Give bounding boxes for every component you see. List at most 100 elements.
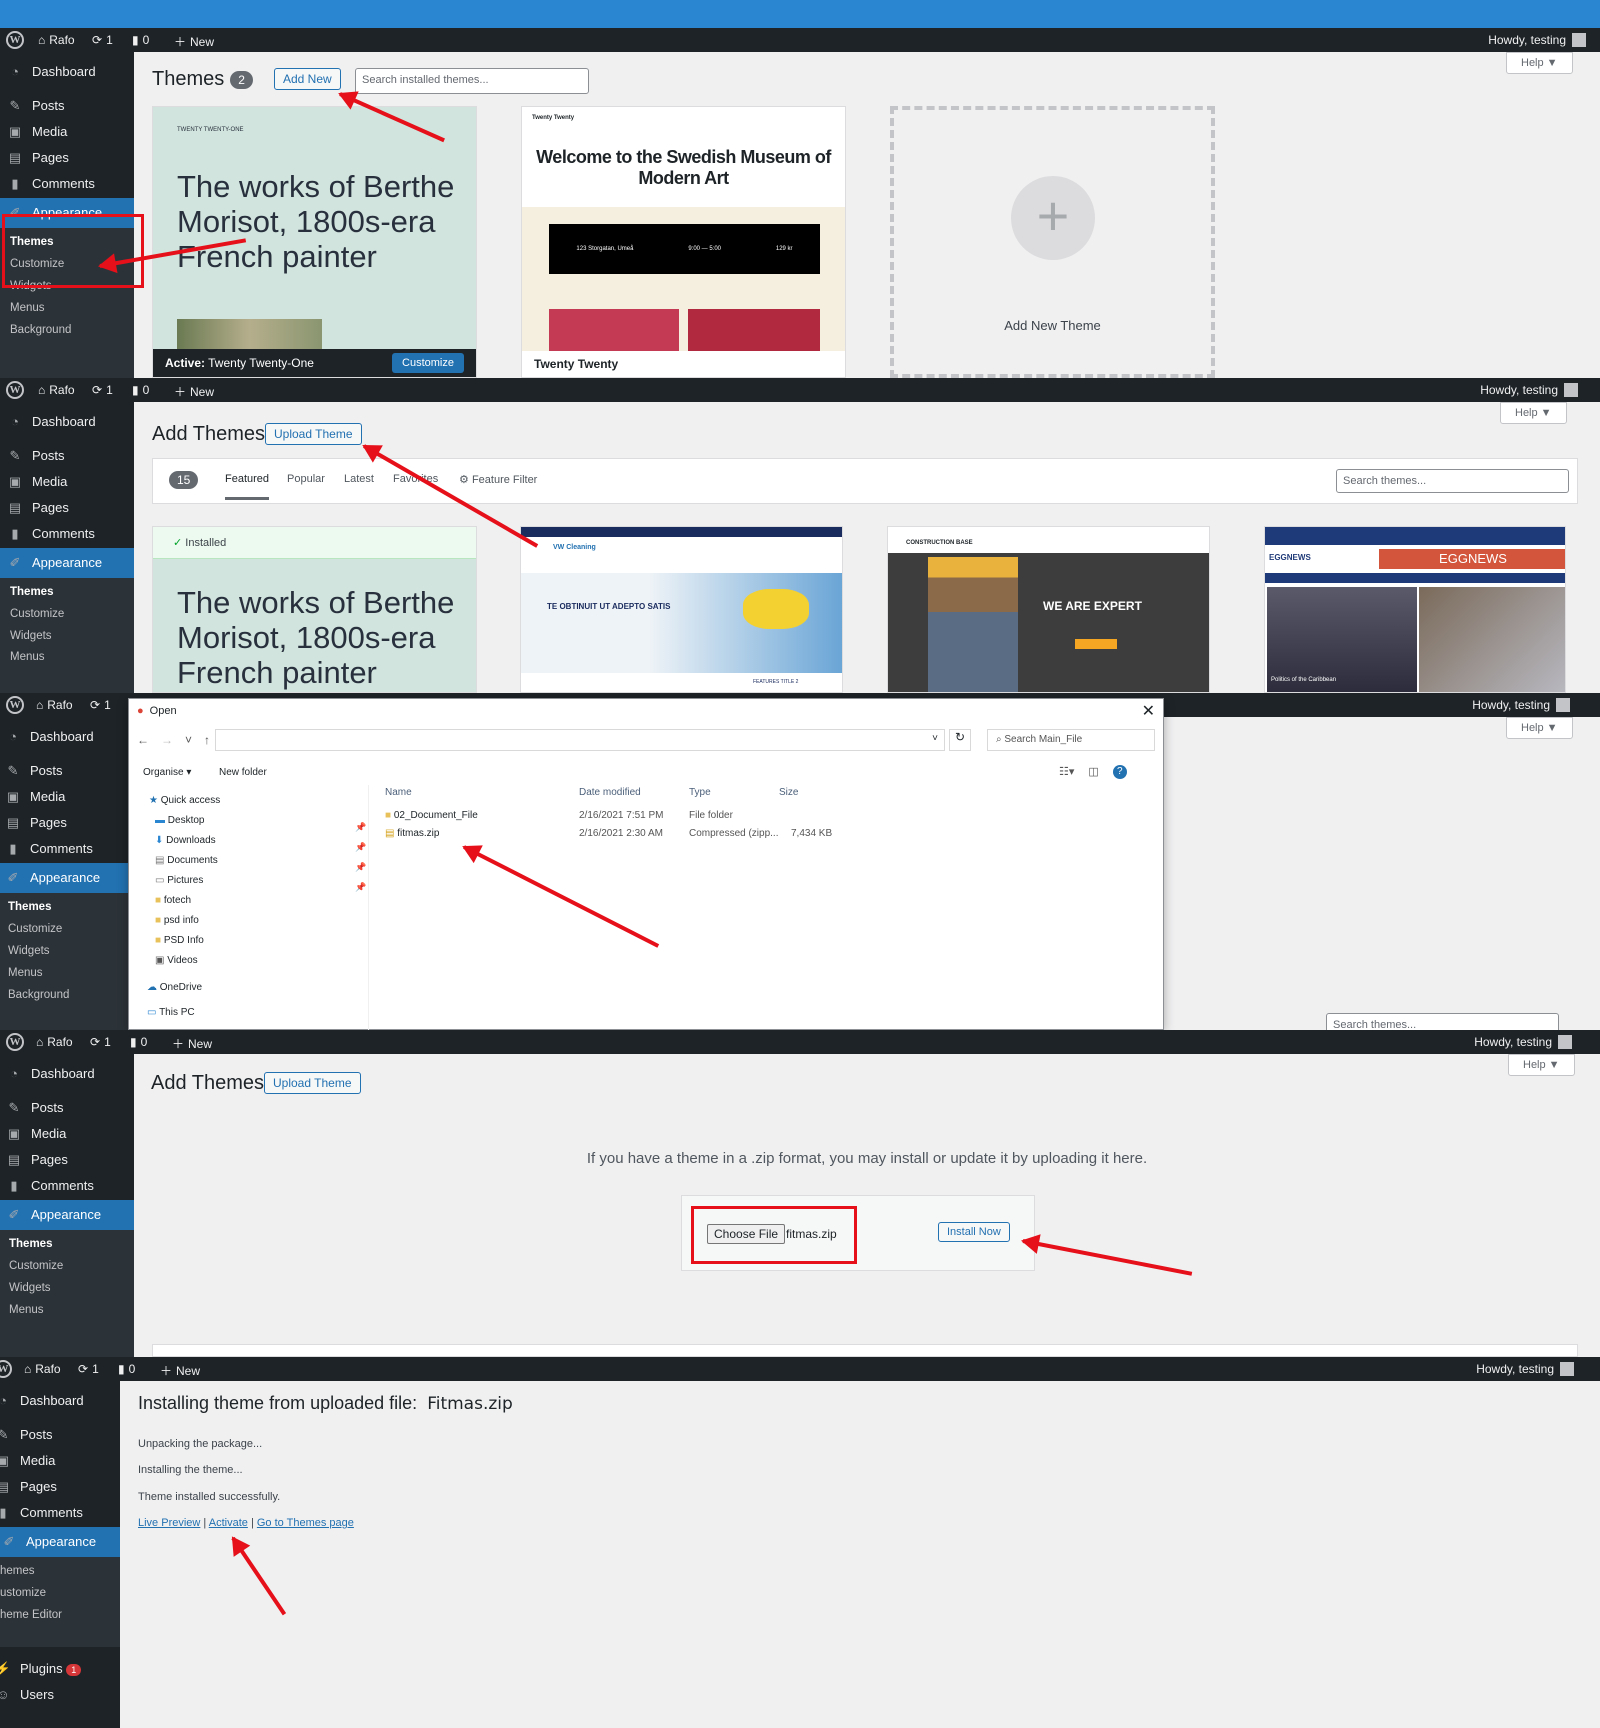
tab-popular[interactable]: Popular xyxy=(287,473,325,485)
upload-theme-button[interactable]: Upload Theme xyxy=(264,1072,361,1094)
upload-theme-button[interactable]: Upload Theme xyxy=(265,423,362,445)
nav-desktop[interactable]: ▬ Desktop xyxy=(155,815,204,826)
comments-link[interactable]: ▮ 0 xyxy=(118,1362,135,1376)
new-content-link[interactable]: ＋ New xyxy=(160,1362,200,1379)
submenu-background[interactable]: Background xyxy=(10,324,134,336)
help-tab[interactable]: Help ▼ xyxy=(1508,1054,1575,1076)
menu-posts[interactable]: ✎ Posts xyxy=(6,98,134,114)
menu-comments[interactable]: ▮ Comments xyxy=(4,841,134,857)
nav-quick-access[interactable]: ★ Quick access xyxy=(149,795,220,806)
submenu-menus[interactable]: Menus xyxy=(8,967,134,979)
menu-media[interactable]: ▣ Media xyxy=(6,474,134,490)
submenu-menus[interactable]: Menus xyxy=(10,651,134,663)
nav-psd-info-lower[interactable]: ■ psd info xyxy=(155,915,199,926)
submenu-widgets[interactable]: Widgets xyxy=(10,630,134,642)
nav-videos[interactable]: ▣ Videos xyxy=(155,955,198,966)
menu-plugins[interactable]: ⚡ Plugins 1 xyxy=(0,1661,114,1677)
add-new-theme-card[interactable]: + Add New Theme xyxy=(890,106,1215,378)
menu-posts[interactable]: ✎ Posts xyxy=(6,448,134,464)
column-date-modified[interactable]: Date modified xyxy=(579,787,641,798)
wordpress-logo-icon[interactable]: W xyxy=(6,381,24,399)
chevron-down-icon[interactable]: ˅ xyxy=(185,733,192,747)
theme-card-twenty-twenty-one[interactable]: TWENTY TWENTY-ONE The works of Berthe Mo… xyxy=(152,106,477,378)
comments-link[interactable]: ▮ 0 xyxy=(130,1035,147,1049)
menu-appearance[interactable]: ✐ Appearance xyxy=(0,1527,120,1557)
address-bar[interactable]: ˅ xyxy=(215,729,945,751)
account-menu[interactable]: Howdy, testing xyxy=(1472,698,1570,712)
forward-arrow-icon[interactable]: → xyxy=(161,733,173,747)
submenu-theme-editor[interactable]: heme Editor xyxy=(0,1609,120,1621)
menu-pages[interactable]: ▤ Pages xyxy=(0,1479,114,1495)
refresh-icon[interactable]: ↻ xyxy=(949,729,971,751)
menu-comments[interactable]: ▮ Comments xyxy=(6,176,134,192)
site-name-link[interactable]: ⌂ Rafo xyxy=(36,698,73,712)
menu-users[interactable]: ☺ Users xyxy=(0,1687,114,1702)
account-menu[interactable]: Howdy, testing xyxy=(1480,383,1578,397)
install-now-button[interactable]: Install Now xyxy=(938,1222,1010,1242)
live-preview-link[interactable]: Live Preview xyxy=(138,1517,200,1529)
submenu-widgets[interactable]: Widgets xyxy=(8,945,134,957)
choose-file-button[interactable]: Choose File xyxy=(707,1224,786,1244)
menu-dashboard[interactable]: ◔ Dashboard xyxy=(4,729,134,744)
nav-fotech[interactable]: ■ fotech xyxy=(155,895,191,906)
nav-onedrive[interactable]: ☁ OneDrive xyxy=(147,982,202,993)
column-type[interactable]: Type xyxy=(689,787,711,798)
submenu-background[interactable]: Background xyxy=(8,989,134,1001)
menu-dashboard[interactable]: ◔ Dashboard xyxy=(5,1066,134,1081)
nav-documents[interactable]: ▤ Documents xyxy=(155,855,218,866)
menu-comments[interactable]: ▮ Comments xyxy=(0,1505,114,1521)
help-tab[interactable]: Help ▼ xyxy=(1506,52,1573,74)
account-menu[interactable]: Howdy, testing xyxy=(1488,33,1586,47)
menu-pages[interactable]: ▤ Pages xyxy=(4,815,134,831)
updates-link[interactable]: ⟳ 1 xyxy=(90,1035,111,1049)
feature-filter-button[interactable]: ⚙ Feature Filter xyxy=(459,473,537,486)
search-themes-input[interactable]: Search themes... xyxy=(1336,469,1569,493)
preview-pane-icon[interactable]: ◫ xyxy=(1088,765,1098,779)
column-size[interactable]: Size xyxy=(779,787,798,798)
site-name-link[interactable]: ⌂ Rafo xyxy=(24,1362,61,1376)
menu-comments[interactable]: ▮ Comments xyxy=(6,526,134,542)
help-tab[interactable]: Help ▼ xyxy=(1500,402,1567,424)
submenu-themes[interactable]: Themes xyxy=(10,586,134,598)
submenu-menus[interactable]: Menus xyxy=(9,1304,134,1316)
new-folder-button[interactable]: New folder xyxy=(219,767,267,778)
theme-card-twenty-twenty[interactable]: Twenty Twenty Welcome to the Swedish Mus… xyxy=(521,106,846,378)
account-menu[interactable]: Howdy, testing xyxy=(1476,1362,1574,1376)
close-icon[interactable]: ✕ xyxy=(1142,701,1155,721)
new-content-link[interactable]: ＋ New xyxy=(174,383,214,400)
menu-dashboard[interactable]: ◔ Dashboard xyxy=(6,414,134,429)
submenu-customize[interactable]: Customize xyxy=(9,1260,134,1272)
activate-link[interactable]: Activate xyxy=(209,1517,248,1529)
updates-link[interactable]: ⟳ 1 xyxy=(90,698,111,712)
menu-media[interactable]: ▣ Media xyxy=(5,1126,134,1142)
add-new-button[interactable]: Add New xyxy=(274,68,341,90)
column-name[interactable]: Name xyxy=(385,787,412,798)
menu-posts[interactable]: ✎ Posts xyxy=(4,763,134,779)
submenu-themes[interactable]: hemes xyxy=(0,1565,120,1577)
menu-pages[interactable]: ▤ Pages xyxy=(6,500,134,516)
file-row-fitmas-zip[interactable]: ▤ fitmas.zip 2/16/2021 2:30 AM Compresse… xyxy=(369,825,929,843)
customize-button[interactable]: Customize xyxy=(392,353,464,373)
go-to-themes-link[interactable]: Go to Themes page xyxy=(257,1517,354,1529)
site-name-link[interactable]: ⌂ Rafo xyxy=(36,1035,73,1049)
updates-link[interactable]: ⟳ 1 xyxy=(78,1362,99,1376)
help-tab[interactable]: Help ▼ xyxy=(1506,717,1573,739)
menu-media[interactable]: ▣ Media xyxy=(4,789,134,805)
menu-media[interactable]: ▣ Media xyxy=(6,124,134,140)
updates-link[interactable]: ⟳ 1 xyxy=(92,383,113,397)
nav-this-pc[interactable]: ▭ This PC xyxy=(147,1007,195,1018)
view-options-icon[interactable]: ☷▾ xyxy=(1059,765,1074,779)
site-name-link[interactable]: ⌂ Rafo xyxy=(38,33,75,47)
nav-downloads[interactable]: ⬇ Downloads xyxy=(155,835,216,846)
submenu-customize[interactable]: ustomize xyxy=(0,1587,120,1599)
menu-dashboard[interactable]: ◔ Dashboard xyxy=(0,1393,114,1408)
new-content-link[interactable]: ＋ New xyxy=(172,1035,212,1052)
file-row[interactable]: ■ 02_Document_File 2/16/2021 7:51 PM Fil… xyxy=(369,807,929,825)
dialog-search-input[interactable]: ⌕ Search Main_File xyxy=(987,729,1155,751)
submenu-themes[interactable]: Themes xyxy=(8,901,134,913)
back-arrow-icon[interactable]: ← xyxy=(137,733,149,747)
menu-appearance[interactable]: ✐ Appearance xyxy=(0,1200,134,1230)
tab-featured[interactable]: Featured xyxy=(225,473,270,500)
wordpress-logo-icon[interactable]: W xyxy=(6,1033,24,1051)
theme-card-eggnews[interactable]: CONSTRUCTION BASE EGGNEWS EGGNEWS Politi… xyxy=(1264,526,1566,693)
